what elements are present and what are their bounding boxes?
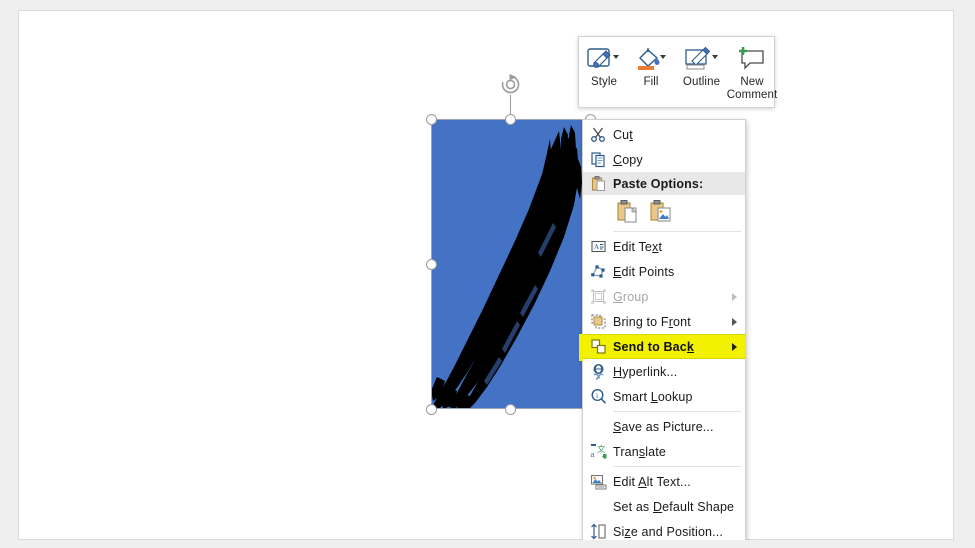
menu-separator <box>613 411 741 412</box>
menu-item-send-to-back-label: Send to Back <box>613 339 694 354</box>
svg-text:i: i <box>596 391 598 400</box>
shape-fill <box>431 119 591 409</box>
workspace-background-left <box>0 0 18 548</box>
menu-item-copy[interactable]: Copy <box>583 147 745 172</box>
menu-item-set-as-default-shape[interactable]: Set as Default Shape <box>583 494 745 519</box>
paint-bucket-icon <box>634 42 668 76</box>
svg-text:A: A <box>594 243 599 251</box>
menu-item-edit-text-label: Edit Text <box>613 239 663 254</box>
menu-item-edit-alt-text-label: Edit Alt Text... <box>613 474 691 489</box>
menu-item-smart-lookup-label: Smart Lookup <box>613 389 693 404</box>
clipboard-icon <box>583 171 613 196</box>
menu-item-save-as-picture-label: Save as Picture... <box>613 419 714 434</box>
menu-item-group-label: Group <box>613 289 649 304</box>
bring-to-front-icon <box>583 309 613 334</box>
smart-lookup-icon: i <box>583 384 613 409</box>
menu-item-save-as-picture[interactable]: Save as Picture... <box>583 414 745 439</box>
menu-separator <box>613 466 741 467</box>
menu-item-translate-label: Translate <box>613 444 667 459</box>
menu-item-hyperlink-label: Hyperlink... <box>613 364 678 379</box>
menu-item-edit-points-label: Edit Points <box>613 264 675 279</box>
highlight-left-edge <box>579 334 583 361</box>
menu-item-translate[interactable]: a 文 Translate <box>583 439 745 464</box>
menu-item-set-as-default-shape-label: Set as Default Shape <box>613 499 735 514</box>
menu-item-bring-to-front-label: Bring to Front <box>613 314 691 329</box>
shape-blue-rectangle[interactable] <box>431 119 591 409</box>
menu-item-send-to-back-arrow <box>723 342 745 351</box>
edit-points-icon <box>583 259 613 284</box>
workspace-background-bottom <box>0 540 975 548</box>
svg-text:a: a <box>590 449 594 459</box>
handle-bottom-left[interactable] <box>426 404 437 415</box>
menu-item-hyperlink[interactable]: Hyperlink... <box>583 359 745 384</box>
menu-item-copy-label: Copy <box>613 152 643 167</box>
toolbar-new-comment-label-line2: Comment <box>726 89 778 101</box>
menu-item-edit-alt-text[interactable]: Edit Alt Text... <box>583 469 745 494</box>
menu-item-group: Group <box>583 284 745 309</box>
menu-item-cut-label: Cut <box>613 127 633 142</box>
toolbar-outline-button[interactable]: Outline <box>673 37 730 107</box>
menu-item-edit-text[interactable]: A Edit Text <box>583 234 745 259</box>
menu-item-paste-options-label: Paste Options: <box>613 176 704 191</box>
handle-bottom-center[interactable] <box>505 404 516 415</box>
paste-options-icons <box>583 195 745 229</box>
toolbar-new-comment-label-line1: New <box>740 76 764 88</box>
menu-item-size-and-position-label: Size and Position... <box>613 524 724 539</box>
menu-item-cut[interactable]: Cut <box>583 122 745 147</box>
brush-stroke-icon <box>431 125 582 409</box>
handle-top-left[interactable] <box>426 114 437 125</box>
workspace-background-right <box>954 0 975 548</box>
toolbar-outline-label: Outline <box>682 76 721 88</box>
menu-item-send-to-back[interactable]: Send to Back <box>579 334 745 361</box>
menu-item-bring-to-front[interactable]: Bring to Front <box>583 309 745 334</box>
send-to-back-icon <box>583 334 613 359</box>
edit-text-icon: A <box>583 234 613 259</box>
toolbar-fill-label: Fill <box>643 76 659 88</box>
menu-item-bring-to-front-arrow <box>723 317 745 326</box>
shape-style-icon <box>586 42 622 76</box>
handle-top-center[interactable] <box>505 114 516 125</box>
new-comment-icon <box>736 42 768 76</box>
menu-item-smart-lookup[interactable]: i Smart Lookup <box>583 384 745 409</box>
mini-toolbar: Style Fill Outline New Comment <box>578 36 777 108</box>
rotate-icon[interactable] <box>499 73 522 96</box>
handle-mid-left[interactable] <box>426 259 437 270</box>
edit-alt-text-icon <box>583 469 613 494</box>
toolbar-new-comment-button[interactable]: New Comment <box>727 37 777 107</box>
context-menu: Cut Copy Paste Options: A Edit Text Edit… <box>579 119 746 548</box>
workspace-background-top <box>0 0 975 10</box>
toolbar-style-label: Style <box>590 76 618 88</box>
group-icon <box>583 284 613 309</box>
toolbar-fill-button[interactable]: Fill <box>629 37 673 107</box>
menu-item-paste-options-header: Paste Options: <box>583 172 745 195</box>
paste-keep-source-formatting-icon[interactable] <box>617 199 639 226</box>
menu-item-edit-points[interactable]: Edit Points <box>583 259 745 284</box>
menu-item-group-arrow <box>723 292 745 301</box>
translate-icon: a 文 <box>583 439 613 464</box>
screen-root: Style Fill Outline New Comment Cut Copy … <box>0 0 975 548</box>
toolbar-style-button[interactable]: Style <box>579 37 629 107</box>
paste-picture-icon[interactable] <box>650 199 672 226</box>
svg-text:文: 文 <box>597 444 606 454</box>
hyperlink-icon <box>583 359 613 384</box>
menu-separator <box>613 231 741 232</box>
pencil-outline-icon <box>683 42 721 76</box>
scissors-icon <box>583 122 613 147</box>
copy-icon <box>583 147 613 172</box>
